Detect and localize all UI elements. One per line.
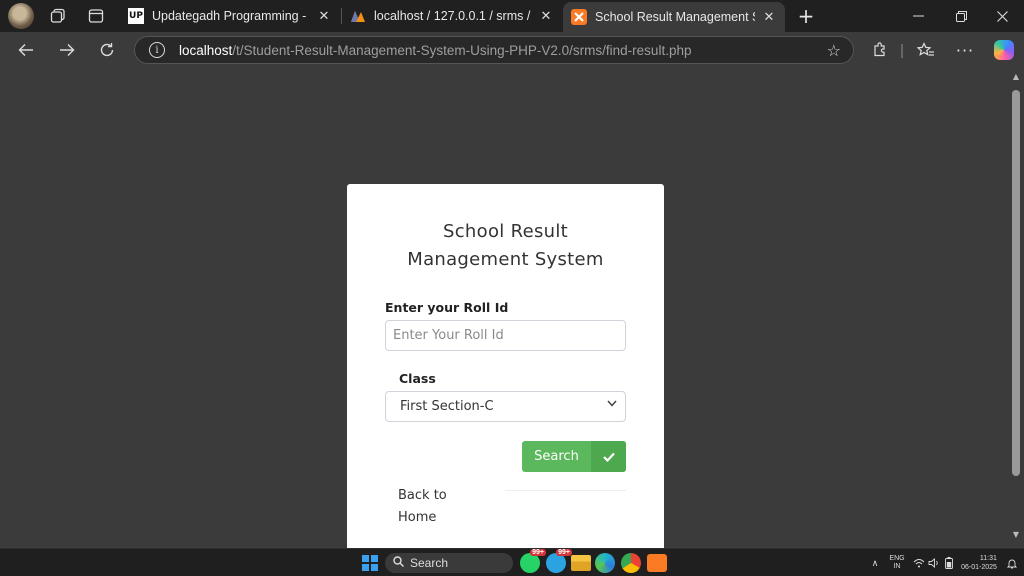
xampp-taskbar-icon[interactable]: [647, 554, 667, 572]
roll-id-input[interactable]: [385, 320, 626, 351]
tab-phpmyadmin[interactable]: localhost / 127.0.0.1 / srms / adm ✕: [342, 2, 562, 30]
close-icon[interactable]: ✕: [761, 9, 777, 25]
class-select[interactable]: First Section-C: [385, 391, 626, 422]
roll-id-label: Enter your Roll Id: [385, 300, 509, 315]
show-hidden-icons-icon[interactable]: ∧: [868, 549, 882, 576]
tab-title: localhost / 127.0.0.1 / srms / adm: [374, 9, 532, 23]
volume-icon[interactable]: [927, 549, 941, 576]
scroll-down-icon[interactable]: ▼: [1011, 530, 1021, 540]
windows-taskbar: Search 99+ 99+ ∧ ENG IN 11:31 06-01-2025: [0, 548, 1024, 576]
phpmyadmin-icon: [350, 8, 366, 24]
copilot-icon[interactable]: [991, 38, 1017, 62]
favorites-icon[interactable]: [913, 38, 939, 62]
favorite-star-icon[interactable]: ☆: [827, 41, 841, 60]
whatsapp-icon[interactable]: 99+: [520, 549, 546, 573]
chevron-down-icon: [607, 400, 617, 410]
scroll-thumb[interactable]: [1012, 90, 1020, 476]
whatsapp-badge: 99+: [530, 549, 546, 556]
xampp-icon: [571, 9, 587, 25]
address-url[interactable]: localhost/t/Student-Result-Management-Sy…: [179, 43, 691, 58]
class-selected-value: First Section-C: [400, 399, 494, 414]
toolbar-separator: [901, 44, 903, 58]
tab-title: Updategadh Programming - Upd: [152, 9, 310, 23]
title-line-2: Management System: [407, 249, 604, 270]
back-arrow-icon[interactable]: [13, 38, 39, 62]
new-tab-icon[interactable]: +: [794, 4, 818, 28]
tab-updategadh[interactable]: UP Updategadh Programming - Upd ✕: [120, 2, 340, 30]
battery-icon[interactable]: [942, 549, 956, 576]
back-line-1: Back to: [398, 488, 447, 503]
search-button-label: Search: [534, 449, 579, 464]
lang-code: ENG: [889, 555, 905, 562]
more-options-icon[interactable]: ···: [952, 38, 978, 62]
back-to-home-link[interactable]: Back to Home: [398, 485, 478, 529]
search-button[interactable]: Search: [522, 441, 626, 472]
edge-icon[interactable]: [595, 553, 615, 573]
back-line-2: Home: [398, 510, 437, 525]
scrollbar[interactable]: ▲ ▼: [1008, 68, 1024, 548]
minimize-icon[interactable]: [896, 0, 940, 32]
divider: [505, 490, 626, 491]
updategadh-favicon-icon: UP: [128, 8, 144, 24]
taskbar-search[interactable]: Search: [385, 553, 513, 573]
url-host: localhost: [179, 42, 233, 58]
telegram-icon[interactable]: 99+: [546, 549, 572, 573]
refresh-icon[interactable]: [94, 38, 120, 62]
windows-start-icon[interactable]: [362, 555, 378, 571]
title-line-1: School Result: [443, 221, 568, 242]
close-window-icon[interactable]: [980, 0, 1024, 32]
address-bar[interactable]: i localhost/t/Student-Result-Management-…: [134, 36, 854, 64]
restore-icon[interactable]: [939, 0, 983, 32]
taskbar-search-label: Search: [410, 556, 449, 570]
close-icon[interactable]: ✕: [316, 8, 332, 24]
tab-school-result[interactable]: School Result Management Syste ✕: [563, 2, 785, 32]
tab-strip: UP Updategadh Programming - Upd ✕ localh…: [0, 0, 1024, 32]
close-icon[interactable]: ✕: [538, 8, 554, 24]
class-label: Class: [399, 371, 436, 386]
tab-actions-icon[interactable]: [84, 4, 108, 28]
extensions-icon[interactable]: [867, 38, 893, 62]
scroll-up-icon[interactable]: ▲: [1011, 72, 1021, 82]
browser-toolbar: i localhost/t/Student-Result-Management-…: [0, 32, 1024, 68]
clock-date: 06-01-2025: [961, 564, 997, 571]
url-path: /t/Student-Result-Management-System-Usin…: [232, 42, 692, 58]
site-info-icon[interactable]: i: [149, 42, 165, 58]
clock[interactable]: 11:31 06-01-2025: [958, 549, 1000, 576]
clock-time: 11:31: [979, 555, 997, 562]
chrome-icon[interactable]: [621, 553, 641, 573]
lang-region: IN: [893, 563, 901, 570]
forward-arrow-icon[interactable]: [54, 38, 80, 62]
wifi-icon[interactable]: [912, 549, 926, 576]
result-search-card: School Result Management System Enter yo…: [347, 184, 664, 548]
tab-title: School Result Management Syste: [595, 10, 755, 24]
page-title: School Result Management System: [347, 218, 664, 274]
checkmark-icon: [591, 441, 626, 472]
notification-bell-icon[interactable]: [1004, 549, 1020, 576]
search-icon: [393, 556, 404, 570]
profile-avatar[interactable]: [8, 3, 34, 29]
telegram-badge: 99+: [556, 549, 572, 556]
language-indicator[interactable]: ENG IN: [886, 549, 908, 576]
workspaces-icon[interactable]: [46, 4, 70, 28]
file-explorer-icon[interactable]: [571, 555, 591, 571]
